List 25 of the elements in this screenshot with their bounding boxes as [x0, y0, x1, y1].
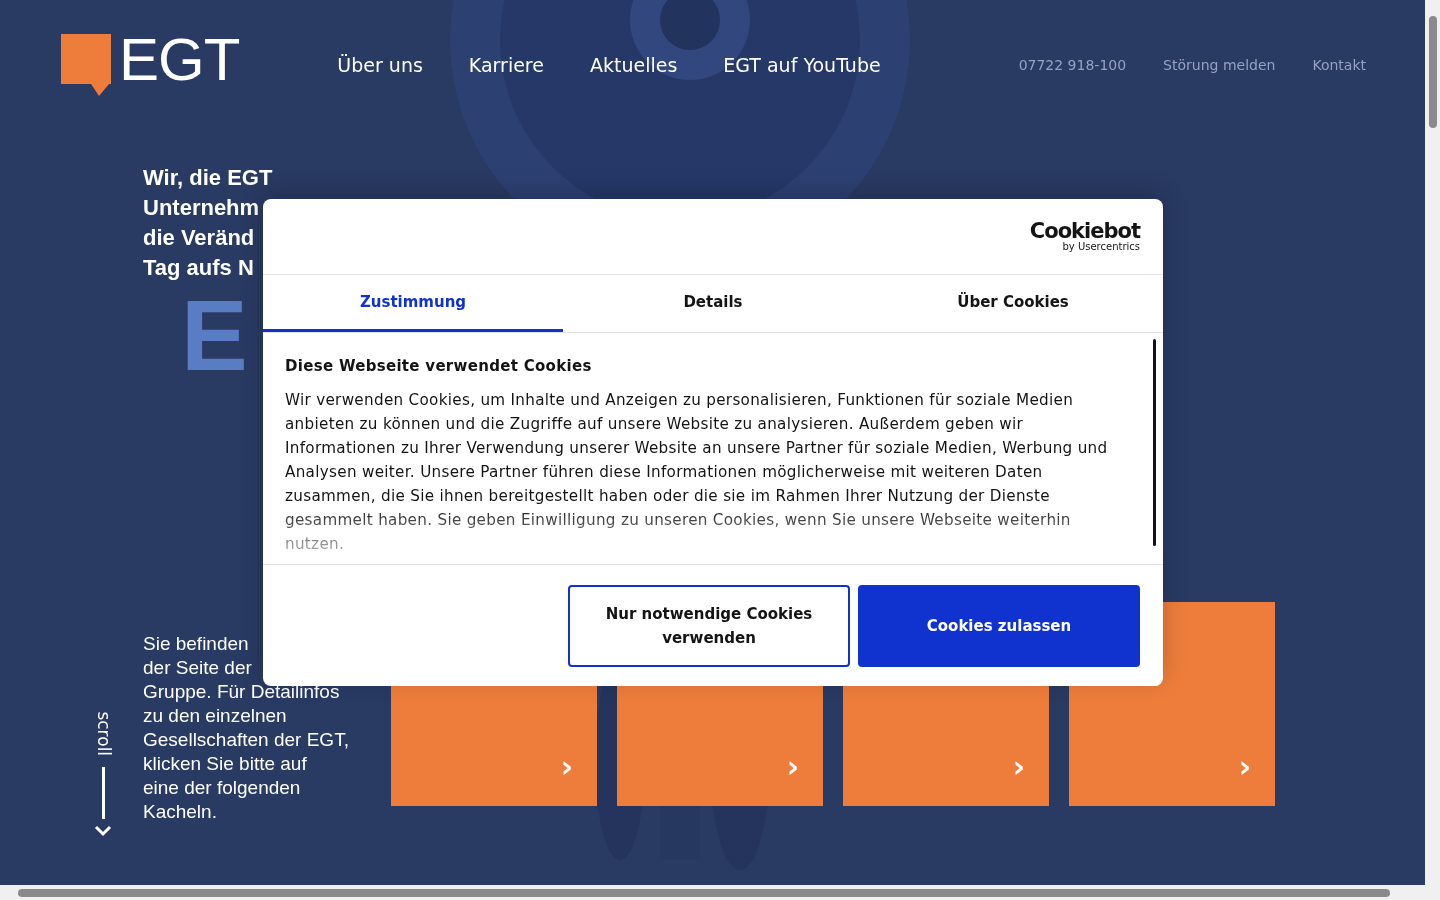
header-link[interactable]: Störung melden	[1163, 54, 1276, 76]
speech-bubble-icon	[61, 34, 111, 96]
chevron-down-icon	[94, 824, 112, 837]
header-link[interactable]: 07722 918-100	[1018, 54, 1127, 76]
nav-link[interactable]: Aktuelles	[589, 50, 678, 80]
nav-link[interactable]: EGT auf YouTube	[723, 50, 881, 80]
scroll-label: scroll	[92, 711, 115, 757]
tile-arrow: ›	[560, 752, 573, 782]
nav-link[interactable]: Karriere	[468, 50, 544, 80]
dialog-tab[interactable]: Über Cookies	[863, 275, 1163, 332]
tile-arrow: ›	[786, 752, 799, 782]
tile-arrow: ›	[1012, 752, 1025, 782]
necessary-cookies-button[interactable]: Nur notwendige Cookies verwenden	[568, 584, 850, 667]
dialog-tab[interactable]: Details	[563, 275, 863, 332]
cookiebot-logo: Cookiebot by Usercentrics	[1029, 221, 1140, 252]
scroll-line	[101, 766, 105, 819]
big-letters: E	[181, 285, 248, 385]
dialog-title: Diese Webseite verwendet Cookies	[285, 356, 593, 377]
dialog-tab[interactable]: Zustimmung	[263, 275, 563, 332]
nav-link[interactable]: Über uns	[337, 50, 423, 80]
intro-text: Sie befinden der Seite der Gruppe. Für Detailinfos zu den einzelnen Gesellschaften der EGT, klicken Sie bitte auf eine der folgenden Kacheln.	[143, 632, 350, 824]
allow-cookies-button[interactable]: Cookies zulassen	[858, 584, 1140, 667]
dialog-body: Wir verwenden Cookies, um Inhalte und Anzeigen zu personalisieren, Funktionen für soziale Medien anbieten zu können und die Zugriffe auf unsere Website zu analysieren. Außerdem geben wir Informationen zu Ihrer Verwendung unserer Website an unsere Partner für soziale Medien, Werbung und Analysen weiter. Unsere Partner führen diese Informationen möglicherweise mit weiteren Daten zusammen, die Sie ihnen bereitgestellt haben oder die sie im Rahmen Ihrer Nutzung der Dienste gesammelt haben. Sie geben Einwilligung zu unseren Cookies, wenn Sie unsere Webseite weiterhin nutzen.	[285, 389, 1109, 555]
tile-arrow: ›	[1238, 752, 1251, 782]
header-link[interactable]: Kontakt	[1312, 54, 1366, 76]
